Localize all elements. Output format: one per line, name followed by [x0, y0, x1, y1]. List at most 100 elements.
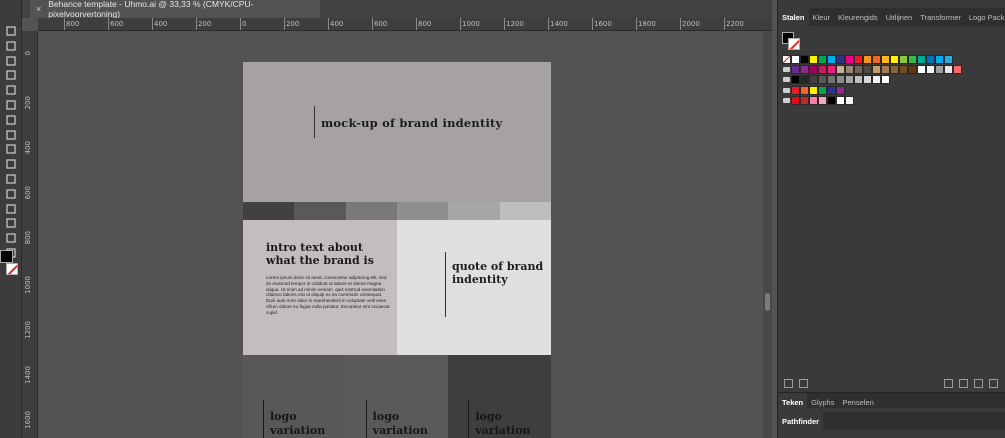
graph-tool-icon[interactable] — [3, 216, 19, 230]
tab-logo-pack[interactable]: Logo Pack — [965, 8, 1005, 26]
color-swatch[interactable] — [827, 75, 836, 84]
color-swatch[interactable] — [818, 86, 827, 95]
color-swatch[interactable] — [935, 55, 944, 64]
brush-tool-icon[interactable] — [3, 98, 19, 112]
color-swatch[interactable] — [800, 75, 809, 84]
color-swatch[interactable] — [881, 55, 890, 64]
close-tab-icon[interactable]: × — [36, 4, 41, 14]
color-swatch[interactable] — [935, 65, 944, 74]
color-swatch[interactable] — [791, 75, 800, 84]
palette-color-block[interactable] — [345, 202, 397, 220]
color-swatch[interactable] — [809, 96, 818, 105]
eyedropper-tool-icon[interactable] — [3, 231, 19, 245]
panel-stroke-swatch[interactable] — [788, 38, 800, 50]
delete-swatch-icon[interactable] — [989, 379, 998, 388]
vertical-scrollbar[interactable] — [763, 31, 772, 438]
tab-stalen[interactable]: Stalen — [778, 8, 809, 26]
direct-selection-tool-icon[interactable] — [3, 39, 19, 53]
color-swatch[interactable] — [917, 65, 926, 74]
color-swatch[interactable] — [944, 65, 953, 74]
color-swatch[interactable] — [800, 96, 809, 105]
color-swatch[interactable] — [809, 55, 818, 64]
color-swatch[interactable] — [863, 55, 872, 64]
palette-color-block[interactable] — [448, 202, 500, 220]
hero-title[interactable]: mock-up of brand indentity — [321, 116, 502, 130]
tab-transformer[interactable]: Transformer — [916, 8, 965, 26]
color-group-folder-icon[interactable] — [782, 75, 791, 84]
swatch-options-icon[interactable] — [944, 379, 953, 388]
color-swatch[interactable] — [827, 96, 836, 105]
color-swatch[interactable] — [881, 75, 890, 84]
type-tool-icon[interactable] — [3, 68, 19, 82]
logo-variation-label[interactable]: logo variation — [475, 410, 551, 438]
color-swatch[interactable] — [845, 55, 854, 64]
color-swatch[interactable] — [836, 86, 845, 95]
logo-variation-2[interactable]: logo variation — [345, 355, 449, 438]
tab-kleurengids[interactable]: Kleurengids — [834, 8, 882, 26]
none-swatch[interactable] — [782, 55, 791, 64]
eraser-tool-icon[interactable] — [3, 113, 19, 127]
horizontal-ruler[interactable]: 800 600 400 200 0 200 400 600 800 1000 1200 1400 160… — [38, 18, 772, 31]
color-swatch[interactable] — [791, 96, 800, 105]
color-swatch[interactable] — [818, 65, 827, 74]
color-swatch[interactable] — [926, 65, 935, 74]
new-color-group-icon[interactable] — [959, 379, 968, 388]
palette-color-block[interactable] — [396, 202, 449, 220]
color-swatch[interactable] — [863, 65, 872, 74]
shape-builder-tool-icon[interactable] — [3, 172, 19, 186]
color-swatch[interactable] — [791, 55, 800, 64]
color-swatch[interactable] — [872, 75, 881, 84]
palette-color-block[interactable] — [294, 202, 346, 220]
quote-text[interactable]: quote of brand indentity — [452, 260, 551, 286]
color-group-folder-icon[interactable] — [782, 96, 791, 105]
color-swatch[interactable] — [800, 65, 809, 74]
color-swatch[interactable] — [917, 55, 926, 64]
color-swatch[interactable] — [827, 86, 836, 95]
tab-penselen[interactable]: Penselen — [838, 393, 877, 411]
color-swatch[interactable] — [908, 55, 917, 64]
tab-kleur[interactable]: Kleur — [809, 8, 835, 26]
color-swatch[interactable] — [890, 65, 899, 74]
color-swatch[interactable] — [890, 55, 899, 64]
color-swatch[interactable] — [836, 65, 845, 74]
color-swatch[interactable] — [791, 65, 800, 74]
color-swatch[interactable] — [845, 65, 854, 74]
color-swatch[interactable] — [854, 65, 863, 74]
color-swatch[interactable] — [818, 96, 827, 105]
rotate-tool-icon[interactable] — [3, 128, 19, 142]
swatch-libraries-icon[interactable] — [784, 379, 793, 388]
color-swatch[interactable] — [899, 55, 908, 64]
palette-color-block[interactable] — [243, 202, 295, 220]
quote-section[interactable]: quote of brand indentity — [397, 220, 551, 355]
logo-variation-label[interactable]: logo variation — [373, 410, 449, 438]
fill-color-swatch[interactable] — [0, 250, 13, 263]
scrollbar-thumb[interactable] — [765, 293, 770, 311]
color-swatch[interactable] — [872, 65, 881, 74]
color-swatch[interactable] — [872, 55, 881, 64]
blend-tool-icon[interactable] — [3, 202, 19, 216]
tab-uitlijnen[interactable]: Uitlijnen — [882, 8, 917, 26]
color-swatch[interactable] — [881, 65, 890, 74]
line-tool-icon[interactable] — [3, 83, 19, 97]
intro-heading[interactable]: intro text about what the brand is — [266, 241, 391, 267]
stroke-color-swatch[interactable] — [6, 263, 18, 275]
color-swatch[interactable] — [818, 75, 827, 84]
free-transform-tool-icon[interactable] — [3, 157, 19, 171]
color-swatch[interactable] — [827, 55, 836, 64]
document-tab[interactable]: × Behance template - Uhmo.ai @ 33,33 % (… — [30, 0, 320, 19]
selection-tool-icon[interactable] — [3, 24, 19, 38]
color-swatch[interactable] — [926, 55, 935, 64]
color-swatch[interactable] — [809, 86, 818, 95]
color-swatch[interactable] — [863, 75, 872, 84]
intro-body-text[interactable]: Lorem ipsum dolor sit amet, consectetur … — [266, 275, 392, 316]
color-swatch[interactable] — [836, 55, 845, 64]
color-swatch[interactable] — [836, 75, 845, 84]
color-palette-strip[interactable] — [243, 202, 551, 220]
color-swatch[interactable] — [809, 65, 818, 74]
scale-tool-icon[interactable] — [3, 142, 19, 156]
new-swatch-icon[interactable] — [974, 379, 983, 388]
logo-variation-1[interactable]: logo variation — [243, 355, 346, 438]
artboard[interactable]: mock-up of brand indentity intro text ab… — [243, 62, 551, 438]
vertical-ruler[interactable]: 0 200 400 600 800 1000 1200 1400 1600 — [22, 31, 38, 438]
color-swatch[interactable] — [944, 55, 953, 64]
